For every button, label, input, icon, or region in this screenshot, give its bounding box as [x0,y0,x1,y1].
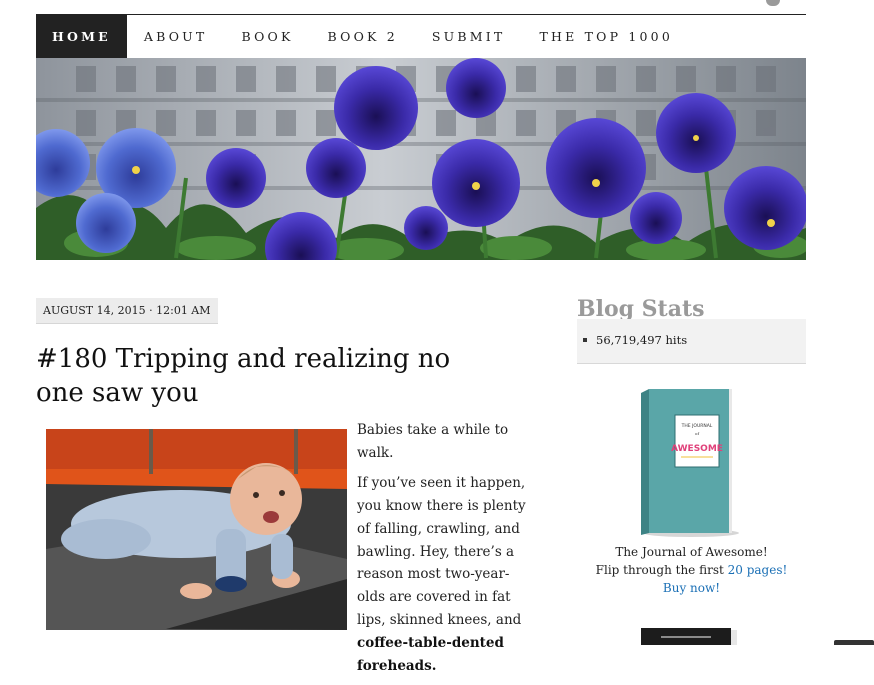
nav-about[interactable]: ABOUT [127,15,225,58]
post-body: Babies take a while to walk. If you’ve s… [357,419,537,685]
nav-book[interactable]: BOOK [224,15,310,58]
blog-stats-hits: 56,719,497 hits [583,318,806,362]
nav-submit[interactable]: SUBMIT [415,15,523,58]
journal-of-awesome-book-cover[interactable]: THE JOURNAL of AWESOME [633,385,743,537]
book-promo-flip: Flip through the first 20 pages! [577,561,806,579]
main-navigation: HOME ABOUT BOOK BOOK 2 SUBMIT THE TOP 10… [36,14,806,59]
book-promo-caption: The Journal of Awesome! Flip through the… [577,543,806,597]
book-promo-title: The Journal of Awesome! [615,545,768,559]
nav-top-1000[interactable]: THE TOP 1000 [522,15,690,58]
preview-pages-link[interactable]: 20 pages! [728,563,788,577]
post-photo [46,429,347,630]
follow-tab[interactable] [834,640,874,645]
post-date-badge[interactable]: AUGUST 14, 2015 · 12:01 AM [36,298,218,324]
header-image[interactable] [36,58,806,260]
book-promo-flip-text: Flip through the first [595,563,728,577]
nav-home[interactable]: HOME [36,15,127,58]
post-paragraph-2-text: If you’ve seen it happen, you know there… [357,475,526,628]
crawling-baby-illustration [46,429,347,630]
pansies-illustration [36,58,806,260]
nav-book-2[interactable]: BOOK 2 [311,15,415,58]
book-cover-title-line1: THE JOURNAL [681,423,713,429]
post-paragraph-1: Babies take a while to walk. [357,422,509,461]
book-cover-title-line2: of [695,431,699,436]
book-promo-buy: Buy now! [577,579,806,597]
book-cover-title-line3: AWESOME [671,444,723,454]
buy-now-link[interactable]: Buy now! [663,581,720,595]
book-2-cover-illustration [641,628,737,645]
book-2-cover-partial[interactable] [641,626,740,645]
blog-stats-box: 56,719,497 hits [577,319,806,364]
book-cover-illustration: THE JOURNAL of AWESOME [641,389,739,537]
post-paragraph-2-bold: coffee-table-dented foreheads. [357,634,504,674]
top-scroll-indicator [766,0,780,6]
blog-stats-list: 56,719,497 hits [577,319,806,363]
post-title[interactable]: #180 Tripping and realizing no one saw y… [36,342,506,410]
post-paragraph-2: If you’ve seen it happen, you know there… [357,472,537,677]
